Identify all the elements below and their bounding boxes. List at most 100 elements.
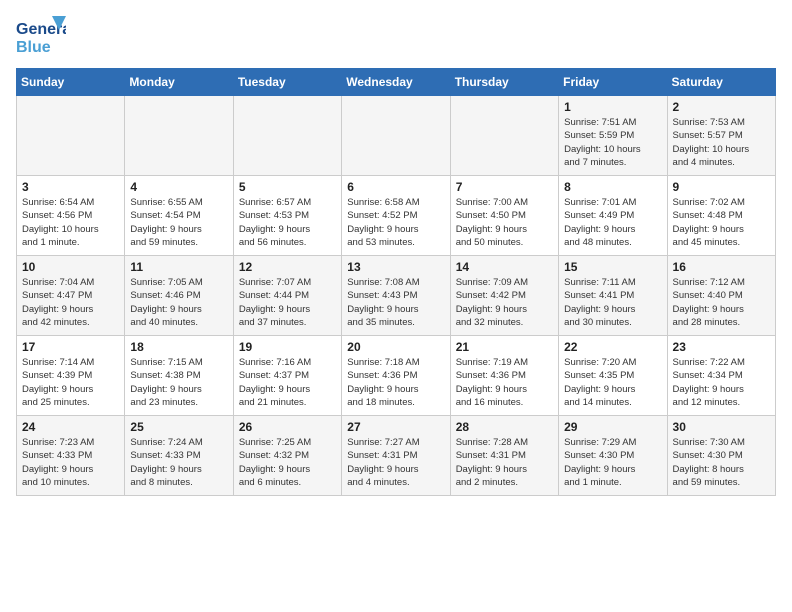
day-cell xyxy=(125,96,233,176)
day-info: Sunrise: 7:15 AM Sunset: 4:38 PM Dayligh… xyxy=(130,356,227,409)
day-cell: 1 Sunrise: 7:51 AM Sunset: 5:59 PM Daylig… xyxy=(559,96,667,176)
day-number: 11 xyxy=(130,260,227,274)
page-header: GeneralBlue xyxy=(16,16,776,58)
day-cell: 4Sunrise: 6:55 AM Sunset: 4:54 PM Daylig… xyxy=(125,176,233,256)
day-cell: 3 Sunrise: 6:54 AM Sunset: 4:56 PM Daylig… xyxy=(17,176,125,256)
day-cell: 6Sunrise: 6:58 AM Sunset: 4:52 PM Daylig… xyxy=(342,176,450,256)
day-info: Sunrise: 7:04 AM Sunset: 4:47 PM Dayligh… xyxy=(22,276,119,329)
day-cell xyxy=(342,96,450,176)
day-info: Sunrise: 7:30 AM Sunset: 4:30 PM Dayligh… xyxy=(673,436,770,489)
day-number: 15 xyxy=(564,260,661,274)
day-info: Sunrise: 7:28 AM Sunset: 4:31 PM Dayligh… xyxy=(456,436,553,489)
day-cell: 7 Sunrise: 7:00 AM Sunset: 4:50 PM Daylig… xyxy=(450,176,558,256)
day-number: 20 xyxy=(347,340,444,354)
day-cell: 9 Sunrise: 7:02 AM Sunset: 4:48 PM Daylig… xyxy=(667,176,775,256)
day-info: Sunrise: 7:25 AM Sunset: 4:32 PM Dayligh… xyxy=(239,436,336,489)
day-cell: 25Sunrise: 7:24 AM Sunset: 4:33 PM Dayli… xyxy=(125,416,233,496)
day-info: Sunrise: 6:54 AM Sunset: 4:56 PM Dayligh… xyxy=(22,196,119,249)
day-number: 19 xyxy=(239,340,336,354)
weekday-header-monday: Monday xyxy=(125,69,233,96)
day-cell: 27Sunrise: 7:27 AM Sunset: 4:31 PM Dayli… xyxy=(342,416,450,496)
day-cell: 8Sunrise: 7:01 AM Sunset: 4:49 PM Daylig… xyxy=(559,176,667,256)
day-info: Sunrise: 7:16 AM Sunset: 4:37 PM Dayligh… xyxy=(239,356,336,409)
day-info: Sunrise: 7:09 AM Sunset: 4:42 PM Dayligh… xyxy=(456,276,553,329)
day-number: 28 xyxy=(456,420,553,434)
day-number: 10 xyxy=(22,260,119,274)
day-cell xyxy=(450,96,558,176)
day-info: Sunrise: 7:05 AM Sunset: 4:46 PM Dayligh… xyxy=(130,276,227,329)
day-number: 24 xyxy=(22,420,119,434)
day-info: Sunrise: 7:51 AM Sunset: 5:59 PM Dayligh… xyxy=(564,116,661,169)
week-row-5: 24 Sunrise: 7:23 AM Sunset: 4:33 PM Dayli… xyxy=(17,416,776,496)
day-cell xyxy=(17,96,125,176)
day-cell xyxy=(233,96,341,176)
day-number: 9 xyxy=(673,180,770,194)
week-row-4: 17Sunrise: 7:14 AM Sunset: 4:39 PM Dayli… xyxy=(17,336,776,416)
day-cell: 12Sunrise: 7:07 AM Sunset: 4:44 PM Dayli… xyxy=(233,256,341,336)
day-cell: 16 Sunrise: 7:12 AM Sunset: 4:40 PM Dayli… xyxy=(667,256,775,336)
day-number: 2 xyxy=(673,100,770,114)
day-cell: 17Sunrise: 7:14 AM Sunset: 4:39 PM Dayli… xyxy=(17,336,125,416)
day-info: Sunrise: 7:53 AM Sunset: 5:57 PM Dayligh… xyxy=(673,116,770,169)
day-cell: 15 Sunrise: 7:11 AM Sunset: 4:41 PM Dayli… xyxy=(559,256,667,336)
day-number: 16 xyxy=(673,260,770,274)
day-cell: 24 Sunrise: 7:23 AM Sunset: 4:33 PM Dayli… xyxy=(17,416,125,496)
logo-svg: GeneralBlue xyxy=(16,16,66,58)
day-number: 30 xyxy=(673,420,770,434)
week-row-3: 10 Sunrise: 7:04 AM Sunset: 4:47 PM Dayli… xyxy=(17,256,776,336)
day-info: Sunrise: 7:20 AM Sunset: 4:35 PM Dayligh… xyxy=(564,356,661,409)
day-number: 18 xyxy=(130,340,227,354)
day-cell: 28 Sunrise: 7:28 AM Sunset: 4:31 PM Dayli… xyxy=(450,416,558,496)
day-number: 22 xyxy=(564,340,661,354)
day-cell: 2 Sunrise: 7:53 AM Sunset: 5:57 PM Daylig… xyxy=(667,96,775,176)
day-info: Sunrise: 7:11 AM Sunset: 4:41 PM Dayligh… xyxy=(564,276,661,329)
day-cell: 22 Sunrise: 7:20 AM Sunset: 4:35 PM Dayli… xyxy=(559,336,667,416)
day-info: Sunrise: 7:23 AM Sunset: 4:33 PM Dayligh… xyxy=(22,436,119,489)
day-number: 25 xyxy=(130,420,227,434)
day-cell: 23 Sunrise: 7:22 AM Sunset: 4:34 PM Dayli… xyxy=(667,336,775,416)
calendar-table: SundayMondayTuesdayWednesdayThursdayFrid… xyxy=(16,68,776,496)
day-number: 17 xyxy=(22,340,119,354)
day-cell: 26 Sunrise: 7:25 AM Sunset: 4:32 PM Dayli… xyxy=(233,416,341,496)
day-cell: 30 Sunrise: 7:30 AM Sunset: 4:30 PM Dayli… xyxy=(667,416,775,496)
week-row-2: 3 Sunrise: 6:54 AM Sunset: 4:56 PM Daylig… xyxy=(17,176,776,256)
day-number: 5 xyxy=(239,180,336,194)
day-number: 23 xyxy=(673,340,770,354)
day-number: 1 xyxy=(564,100,661,114)
day-number: 21 xyxy=(456,340,553,354)
day-number: 8 xyxy=(564,180,661,194)
day-number: 14 xyxy=(456,260,553,274)
day-number: 12 xyxy=(239,260,336,274)
weekday-header-wednesday: Wednesday xyxy=(342,69,450,96)
day-info: Sunrise: 7:02 AM Sunset: 4:48 PM Dayligh… xyxy=(673,196,770,249)
day-info: Sunrise: 6:57 AM Sunset: 4:53 PM Dayligh… xyxy=(239,196,336,249)
day-cell: 19 Sunrise: 7:16 AM Sunset: 4:37 PM Dayli… xyxy=(233,336,341,416)
day-info: Sunrise: 7:22 AM Sunset: 4:34 PM Dayligh… xyxy=(673,356,770,409)
logo: GeneralBlue xyxy=(16,16,66,58)
day-info: Sunrise: 7:29 AM Sunset: 4:30 PM Dayligh… xyxy=(564,436,661,489)
day-info: Sunrise: 6:55 AM Sunset: 4:54 PM Dayligh… xyxy=(130,196,227,249)
day-info: Sunrise: 6:58 AM Sunset: 4:52 PM Dayligh… xyxy=(347,196,444,249)
day-info: Sunrise: 7:18 AM Sunset: 4:36 PM Dayligh… xyxy=(347,356,444,409)
svg-text:Blue: Blue xyxy=(16,39,51,56)
day-cell: 13 Sunrise: 7:08 AM Sunset: 4:43 PM Dayli… xyxy=(342,256,450,336)
day-number: 13 xyxy=(347,260,444,274)
day-cell: 20 Sunrise: 7:18 AM Sunset: 4:36 PM Dayli… xyxy=(342,336,450,416)
weekday-header-sunday: Sunday xyxy=(17,69,125,96)
weekday-header-row: SundayMondayTuesdayWednesdayThursdayFrid… xyxy=(17,69,776,96)
day-cell: 29 Sunrise: 7:29 AM Sunset: 4:30 PM Dayli… xyxy=(559,416,667,496)
day-info: Sunrise: 7:12 AM Sunset: 4:40 PM Dayligh… xyxy=(673,276,770,329)
day-number: 7 xyxy=(456,180,553,194)
day-info: Sunrise: 7:00 AM Sunset: 4:50 PM Dayligh… xyxy=(456,196,553,249)
day-number: 29 xyxy=(564,420,661,434)
weekday-header-saturday: Saturday xyxy=(667,69,775,96)
weekday-header-thursday: Thursday xyxy=(450,69,558,96)
day-number: 3 xyxy=(22,180,119,194)
day-number: 27 xyxy=(347,420,444,434)
day-cell: 11 Sunrise: 7:05 AM Sunset: 4:46 PM Dayli… xyxy=(125,256,233,336)
day-info: Sunrise: 7:08 AM Sunset: 4:43 PM Dayligh… xyxy=(347,276,444,329)
day-info: Sunrise: 7:19 AM Sunset: 4:36 PM Dayligh… xyxy=(456,356,553,409)
weekday-header-tuesday: Tuesday xyxy=(233,69,341,96)
day-number: 26 xyxy=(239,420,336,434)
week-row-1: 1 Sunrise: 7:51 AM Sunset: 5:59 PM Daylig… xyxy=(17,96,776,176)
